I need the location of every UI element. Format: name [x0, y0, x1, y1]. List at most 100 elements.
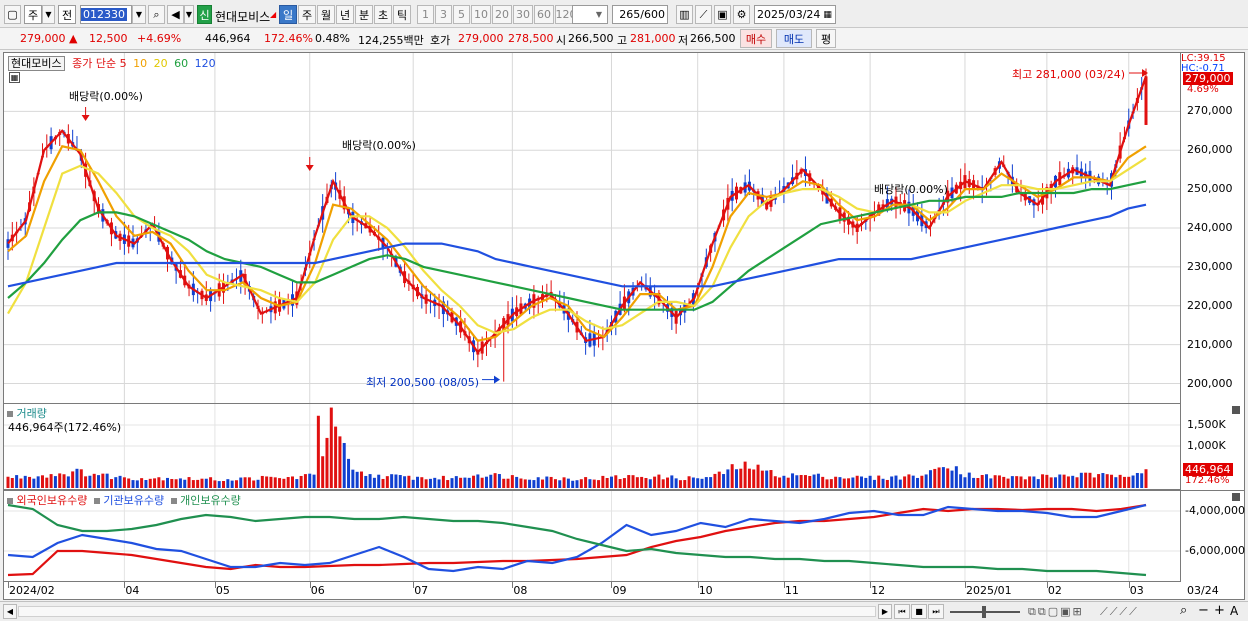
- volume-bar: [614, 475, 618, 488]
- price-tick-label: 260,000: [1187, 143, 1233, 157]
- scroll-left-icon[interactable]: ◀: [3, 604, 17, 619]
- volume-bar: [760, 470, 764, 488]
- volume-bar: [1097, 474, 1101, 488]
- high-label: 고: [617, 34, 628, 47]
- tool-icons[interactable]: ⟋⟋⟋⟋: [1100, 605, 1139, 619]
- period-button-3[interactable]: 년: [336, 5, 354, 24]
- period-button-6[interactable]: 틱: [393, 5, 411, 24]
- volume-bar: [28, 476, 32, 488]
- volume-bar: [1058, 474, 1062, 488]
- stop-icon[interactable]: ■: [911, 604, 927, 619]
- speaker-dropdown-icon[interactable]: ▼: [184, 5, 194, 24]
- zoom-slider-thumb[interactable]: [982, 606, 986, 618]
- stock-code-input[interactable]: 012330: [80, 5, 132, 24]
- period-button-1[interactable]: 주: [298, 5, 316, 24]
- forward-icon[interactable]: ⏭: [928, 604, 944, 619]
- volume-bar: [140, 478, 144, 488]
- period-button-4[interactable]: 분: [355, 5, 373, 24]
- period-button-2[interactable]: 월: [317, 5, 335, 24]
- volume-panel[interactable]: 거래량 446,964주(172.46%): [3, 404, 1181, 490]
- volume-bar: [148, 478, 152, 488]
- volume-bar: [885, 479, 889, 488]
- volume-panel-close-icon[interactable]: [1232, 406, 1240, 414]
- volume-bar: [209, 477, 213, 488]
- period-button-5[interactable]: 초: [374, 5, 392, 24]
- interval-button-10[interactable]: 10: [471, 5, 491, 24]
- volume-bar: [1101, 473, 1105, 488]
- candle: [441, 296, 445, 328]
- volume-bar: [730, 464, 734, 488]
- volume-bar: [631, 475, 635, 488]
- volume-bar: [1032, 476, 1036, 488]
- chart-window-icon[interactable]: ▢: [4, 5, 21, 24]
- volume-bar: [963, 477, 967, 488]
- interval-button-5[interactable]: 5: [453, 5, 470, 24]
- volume-bar: [1140, 473, 1144, 488]
- zoom-out-icon[interactable]: −: [1198, 603, 1209, 618]
- volume-bar: [36, 476, 40, 488]
- speaker-icon[interactable]: ◀: [167, 5, 184, 24]
- price-chart[interactable]: [4, 53, 1180, 403]
- candle: [1066, 162, 1070, 180]
- calendar-icon[interactable]: ▦: [823, 10, 832, 20]
- volume-bar: [62, 474, 66, 488]
- volume-bar: [385, 476, 389, 488]
- code-dropdown-icon[interactable]: ▼: [132, 5, 146, 24]
- volume-bar: [627, 475, 631, 488]
- interval-button-20[interactable]: 20: [492, 5, 512, 24]
- save-icon[interactable]: ▣: [714, 5, 731, 24]
- interval-button-1[interactable]: 1: [417, 5, 434, 24]
- scroll-right-icon[interactable]: ▶: [878, 604, 892, 619]
- buy-button[interactable]: 매수: [740, 29, 772, 48]
- holding-panel[interactable]: 외국인보유수량 기관보유수량 개인보유수량: [3, 490, 1181, 582]
- eval-button[interactable]: 평: [816, 29, 836, 48]
- volume-tick-label: 1,500K: [1187, 418, 1226, 431]
- volume-chart[interactable]: [4, 404, 1180, 488]
- volume-bar: [700, 478, 704, 488]
- count-dropdown[interactable]: ▼: [572, 5, 608, 24]
- sell-button[interactable]: 매도: [776, 29, 812, 48]
- volume-bar: [972, 477, 976, 488]
- mode-select-2[interactable]: 전: [58, 5, 76, 24]
- price-chart-panel[interactable]: 현대모비스 종가 단순 5 10 20 60 120 ▦ 배당락(0.00%) …: [3, 52, 1181, 404]
- holding-panel-close-icon[interactable]: [1232, 493, 1240, 501]
- auto-scale-icon[interactable]: A: [1230, 604, 1238, 618]
- volume-bar: [200, 478, 204, 488]
- zoom-in-icon[interactable]: +: [1214, 603, 1225, 618]
- chevron-down-icon[interactable]: ▼: [42, 5, 55, 24]
- volume-bar: [532, 480, 536, 488]
- volume-bar: [1122, 476, 1126, 488]
- candle: [795, 160, 799, 186]
- gear-icon[interactable]: ⚙: [733, 5, 750, 24]
- candle: [217, 273, 221, 301]
- count-input[interactable]: 265/600: [612, 5, 668, 24]
- volume-bar: [127, 478, 131, 488]
- volume-bar: [377, 474, 381, 488]
- zoom-search-icon[interactable]: ⌕: [1180, 603, 1187, 618]
- x-axis: 2024/02 04 05 06 07 08 09 10 11 12 2025/01 02 03 03/…: [3, 582, 1245, 600]
- mode-select-1[interactable]: 주: [24, 5, 42, 24]
- interval-button-3[interactable]: 3: [435, 5, 452, 24]
- x-tick-mark: [697, 582, 699, 588]
- candle-type-icon[interactable]: ▥: [676, 5, 693, 24]
- layout-icons[interactable]: ⧉⧉▢▣⊞: [1028, 605, 1084, 619]
- volume-bar: [609, 476, 613, 488]
- price-tick-label: 220,000: [1187, 298, 1233, 312]
- dividend-arrow-2: [305, 157, 314, 171]
- interval-button-30[interactable]: 30: [513, 5, 533, 24]
- search-icon[interactable]: ⌕: [148, 5, 165, 24]
- volume-bar: [515, 476, 519, 488]
- date-input[interactable]: 2025/03/24 ▦: [754, 5, 836, 24]
- candle: [6, 231, 10, 260]
- scrollbar-track[interactable]: [18, 606, 876, 617]
- draw-line-icon[interactable]: ⟋: [695, 5, 712, 24]
- x-tick-label: 06: [310, 584, 325, 597]
- grid-toggle-icon[interactable]: ▦: [9, 72, 20, 83]
- high-note: 최고 281,000 (03/24): [1012, 68, 1126, 81]
- interval-button-60[interactable]: 60: [534, 5, 554, 24]
- rewind-icon[interactable]: ⏮: [894, 604, 910, 619]
- volume-bar: [791, 473, 795, 488]
- x-tick-label: 11: [784, 584, 799, 597]
- period-button-0[interactable]: 일: [279, 5, 297, 24]
- legend-ma-5: 5: [119, 57, 127, 70]
